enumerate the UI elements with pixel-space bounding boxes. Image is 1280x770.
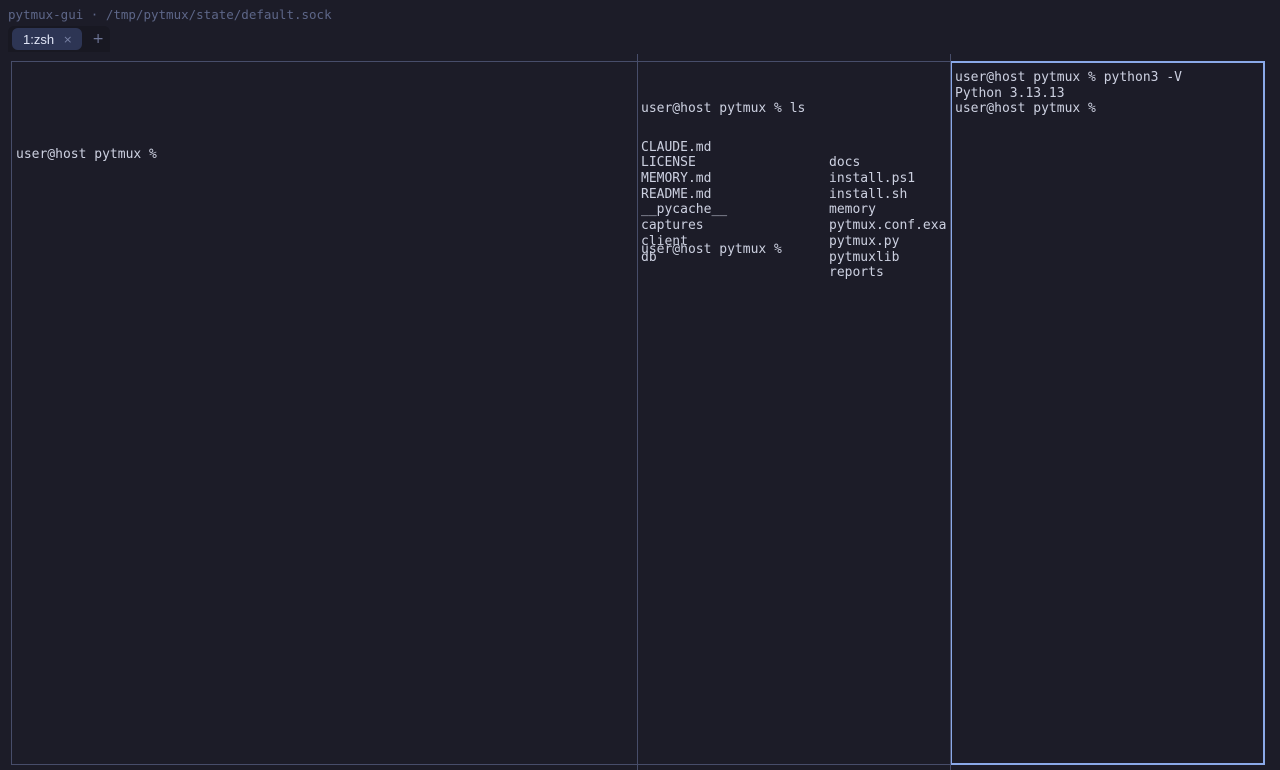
tab-1-zsh[interactable]: 1:zsh × — [12, 28, 83, 50]
command-line: user@host pytmux % ls — [641, 101, 806, 116]
ls-row: __pycache__ pytmux.conf.exa — [641, 187, 951, 233]
ls-row: CLAUDE.md docs — [641, 124, 951, 171]
command-line: user@host pytmux % python3 -V — [955, 70, 1182, 85]
pane-divider[interactable] — [637, 54, 638, 770]
terminal-pane-right-active[interactable]: user@host pytmux % python3 -V Python 3.1… — [950, 61, 1265, 765]
window-title: pytmux-gui · /tmp/pytmux/state/default.s… — [8, 7, 332, 22]
ls-row: MEMORY.md install.sh — [641, 155, 951, 202]
close-icon[interactable]: × — [63, 33, 72, 46]
ls-output: CLAUDE.md docs LICENSE install.ps1 MEMOR… — [641, 124, 951, 281]
shell-prompt: user@host pytmux % — [641, 242, 790, 257]
ls-row: client pytmuxlib — [641, 218, 951, 265]
terminal-pane-middle[interactable]: user@host pytmux % ls CLAUDE.md docs LIC… — [637, 61, 952, 765]
terminal-pane-left[interactable]: user@host pytmux % — [11, 61, 638, 765]
tab-bar: 1:zsh × + — [8, 26, 111, 52]
tab-label: 1:zsh — [23, 31, 55, 47]
command-output: Python 3.13.13 — [955, 86, 1065, 101]
ls-row: captures pytmux.py — [641, 202, 951, 249]
pane-divider[interactable] — [950, 54, 951, 770]
ls-row: LICENSE install.ps1 — [641, 140, 951, 186]
file-name: reports — [829, 265, 884, 281]
ls-row: README.md memory — [641, 171, 951, 218]
add-tab-button[interactable]: + — [92, 31, 104, 47]
file-name: pytmuxlib — [829, 249, 900, 265]
shell-prompt: user@host pytmux % — [955, 101, 1104, 116]
shell-prompt: user@host pytmux % — [16, 147, 165, 162]
